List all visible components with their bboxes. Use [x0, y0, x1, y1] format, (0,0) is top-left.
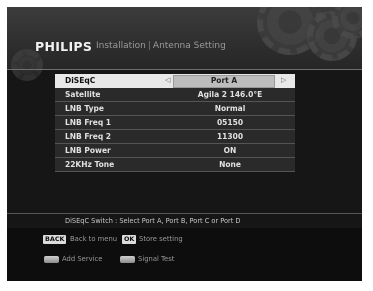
menu-row-label: LNB Power: [65, 146, 111, 155]
menu-row-lnb-freq-2[interactable]: LNB Freq 2 11300: [55, 130, 295, 144]
header-divider: [7, 69, 362, 70]
add-service-color-button-icon[interactable]: [44, 256, 59, 263]
breadcrumb: Installation | Antenna Setting: [96, 41, 226, 51]
back-key-badge[interactable]: BACK: [43, 235, 67, 244]
menu-row-diseqc[interactable]: DiSEqC ◁ Port A ▷: [55, 74, 295, 88]
add-service-label: Add Service: [62, 255, 103, 263]
ok-key-text: Store setting: [139, 235, 183, 243]
menu-row-satellite[interactable]: Satellite Agila 2 146.0°E: [55, 88, 295, 102]
menu-row-label: LNB Type: [65, 104, 104, 113]
menu-row-label: 22KHz Tone: [65, 160, 115, 169]
brand-logo: PHILIPS: [35, 39, 93, 54]
arrow-left-icon[interactable]: ◁: [165, 74, 170, 87]
menu-row-value[interactable]: Agila 2 146.0°E: [167, 88, 293, 101]
menu-row-lnb-power[interactable]: LNB Power ON: [55, 144, 295, 158]
ok-key-badge[interactable]: OK: [122, 235, 137, 244]
menu-row-value[interactable]: ON: [167, 144, 293, 157]
menu-row-22khz-tone[interactable]: 22KHz Tone None: [55, 158, 295, 172]
back-key-text: Back to menu: [70, 235, 118, 243]
breadcrumb-antenna-setting: Antenna Setting: [152, 41, 226, 51]
header-banner: PHILIPS Installation | Antenna Setting: [7, 7, 362, 81]
menu-row-lnb-freq-1[interactable]: LNB Freq 1 05150: [55, 116, 295, 130]
menu-row-label: LNB Freq 2: [65, 132, 112, 141]
menu-row-value[interactable]: None: [167, 158, 293, 171]
menu-row-lnb-type[interactable]: LNB Type Normal: [55, 102, 295, 116]
menu-row-value[interactable]: Port A: [173, 74, 275, 87]
signal-test-color-button-icon[interactable]: [120, 256, 135, 263]
breadcrumb-installation: Installation: [96, 41, 146, 51]
menu-row-label: LNB Freq 1: [65, 118, 112, 127]
menu-row-value[interactable]: 05150: [167, 116, 293, 129]
signal-test-label: Signal Test: [138, 255, 175, 263]
menu-row-value[interactable]: Normal: [167, 102, 293, 115]
help-hint: DiSEqC Switch : Select Port A, Port B, P…: [65, 217, 241, 225]
settings-menu: DiSEqC ◁ Port A ▷ Satellite Agila 2 146.…: [55, 74, 295, 172]
menu-row-value[interactable]: 11300: [167, 130, 293, 143]
breadcrumb-separator: |: [147, 41, 151, 51]
arrow-right-icon[interactable]: ▷: [281, 74, 286, 87]
tv-screen: PHILIPS Installation | Antenna Setting DiS…: [7, 7, 362, 281]
menu-row-label: DiSEqC: [65, 76, 96, 85]
footer-legend: BACK Back to menu OK Store setting Add S…: [7, 228, 362, 281]
hint-divider: [7, 213, 362, 214]
menu-row-label: Satellite: [65, 90, 101, 99]
